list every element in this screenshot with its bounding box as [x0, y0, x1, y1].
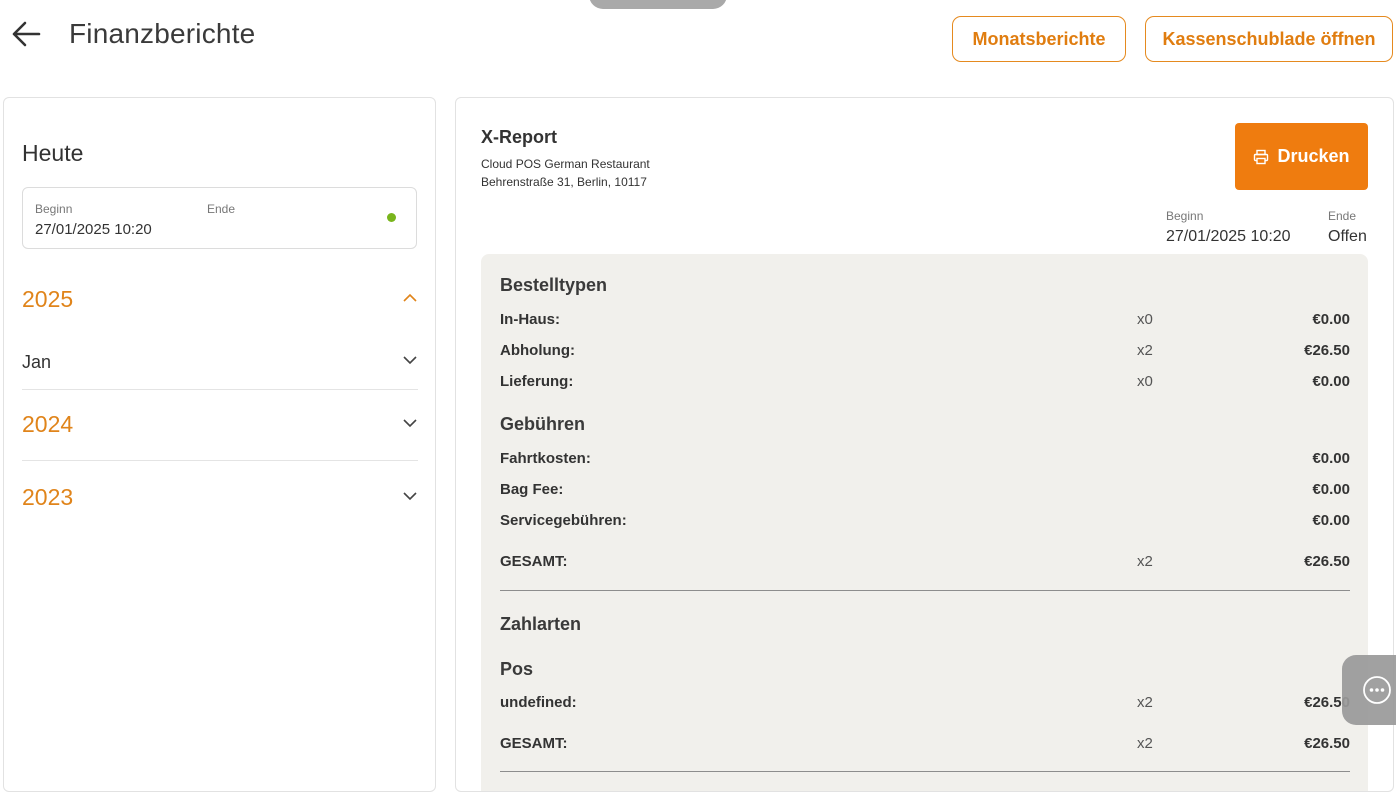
payment-row: undefined: x2 €26.50 [500, 691, 1350, 713]
month-label: Jan [22, 352, 52, 372]
print-label: Drucken [1277, 146, 1350, 166]
row-amount: €26.50 [1304, 553, 1350, 570]
fees-title: Gebühren [500, 414, 586, 434]
total-row: GESAMT: x2 €26.50 [500, 732, 1350, 754]
open-status-dot [387, 213, 396, 222]
arrow-left-icon [12, 21, 41, 47]
end-value: Offen [1328, 228, 1367, 245]
begin-label: Beginn [35, 202, 73, 216]
year-row-2024[interactable]: 2024 [22, 405, 418, 445]
row-qty: x0 [1137, 373, 1153, 390]
fee-row: Fahrtkosten: €0.00 [500, 447, 1350, 469]
end-label: Ende [1328, 209, 1357, 223]
year-row-2023[interactable]: 2023 [22, 478, 418, 518]
current-period-card[interactable]: Beginn Ende 27/01/2025 10:20 [22, 187, 417, 249]
back-button[interactable] [4, 10, 48, 58]
total-row: GESAMT: x2 €26.50 [500, 550, 1350, 572]
row-amount: €0.00 [1312, 373, 1350, 390]
restaurant-name: Cloud POS German Restaurant [481, 157, 650, 171]
divider [22, 460, 418, 461]
chevron-down-icon [403, 356, 417, 365]
report-title: X-Report [481, 127, 557, 147]
period-sidebar: Heute Beginn Ende 27/01/2025 10:20 2025 … [3, 97, 436, 792]
divider [22, 389, 418, 390]
payment-methods-title: Zahlarten [500, 614, 582, 634]
report-panel: X-Report Cloud POS German Restaurant Beh… [455, 97, 1394, 792]
order-type-row: Abholung: x2 €26.50 [500, 339, 1350, 361]
row-qty: x2 [1137, 694, 1153, 711]
row-label: In-Haus: [500, 311, 560, 328]
row-label: Abholung: [500, 342, 575, 359]
begin-value: 27/01/2025 10:20 [1166, 228, 1291, 245]
row-amount: €0.00 [1312, 450, 1350, 467]
row-amount: €0.00 [1312, 512, 1350, 529]
top-notch [589, 0, 727, 9]
row-amount: €0.00 [1312, 311, 1350, 328]
row-label: Fahrtkosten: [500, 450, 591, 467]
row-label: undefined: [500, 694, 577, 711]
fee-row: Servicegebühren: €0.00 [500, 509, 1350, 531]
row-label: Servicegebühren: [500, 512, 627, 529]
row-label: GESAMT: [500, 553, 568, 570]
chevron-down-icon [403, 492, 417, 501]
fee-row: Bag Fee: €0.00 [500, 478, 1350, 500]
row-qty: x2 [1137, 342, 1153, 359]
row-amount: €0.00 [1312, 481, 1350, 498]
order-type-row: In-Haus: x0 €0.00 [500, 308, 1350, 330]
begin-label: Beginn [1166, 209, 1204, 223]
row-qty: x0 [1137, 311, 1153, 328]
report-body: Bestelltypen In-Haus: x0 €0.00 Abholung:… [481, 254, 1368, 791]
year-label: 2025 [22, 286, 74, 312]
begin-value: 27/01/2025 10:20 [35, 221, 152, 238]
section-divider [500, 771, 1350, 772]
row-label: Lieferung: [500, 373, 574, 390]
page-title: Finanzberichte [69, 18, 256, 49]
order-type-row: Lieferung: x0 €0.00 [500, 370, 1350, 392]
row-qty: x2 [1137, 553, 1153, 570]
end-label: Ende [207, 202, 236, 216]
year-label: 2024 [22, 411, 74, 437]
section-divider [500, 590, 1350, 591]
print-button[interactable]: Drucken [1235, 123, 1368, 190]
row-amount: €26.50 [1304, 735, 1350, 752]
row-label: GESAMT: [500, 735, 568, 752]
chevron-down-icon [403, 419, 417, 428]
order-types-title: Bestelltypen [500, 275, 608, 295]
chevron-up-icon [403, 293, 417, 302]
row-amount: €26.50 [1304, 342, 1350, 359]
floating-menu-button[interactable] [1342, 655, 1396, 725]
more-icon [1363, 676, 1391, 704]
row-label: Bag Fee: [500, 481, 564, 498]
today-heading: Heute [22, 140, 84, 166]
monthly-reports-button[interactable]: Monatsberichte [952, 16, 1126, 62]
payment-subtitle: Pos [500, 659, 534, 679]
year-row-2025[interactable]: 2025 [22, 280, 418, 320]
printer-icon [1254, 149, 1269, 164]
restaurant-address: Behrenstraße 31, Berlin, 10117 [481, 175, 647, 189]
row-qty: x2 [1137, 735, 1153, 752]
year-label: 2023 [22, 484, 74, 510]
open-cash-drawer-button[interactable]: Kassenschublade öffnen [1145, 16, 1393, 62]
month-row-jan[interactable]: Jan [22, 344, 418, 380]
